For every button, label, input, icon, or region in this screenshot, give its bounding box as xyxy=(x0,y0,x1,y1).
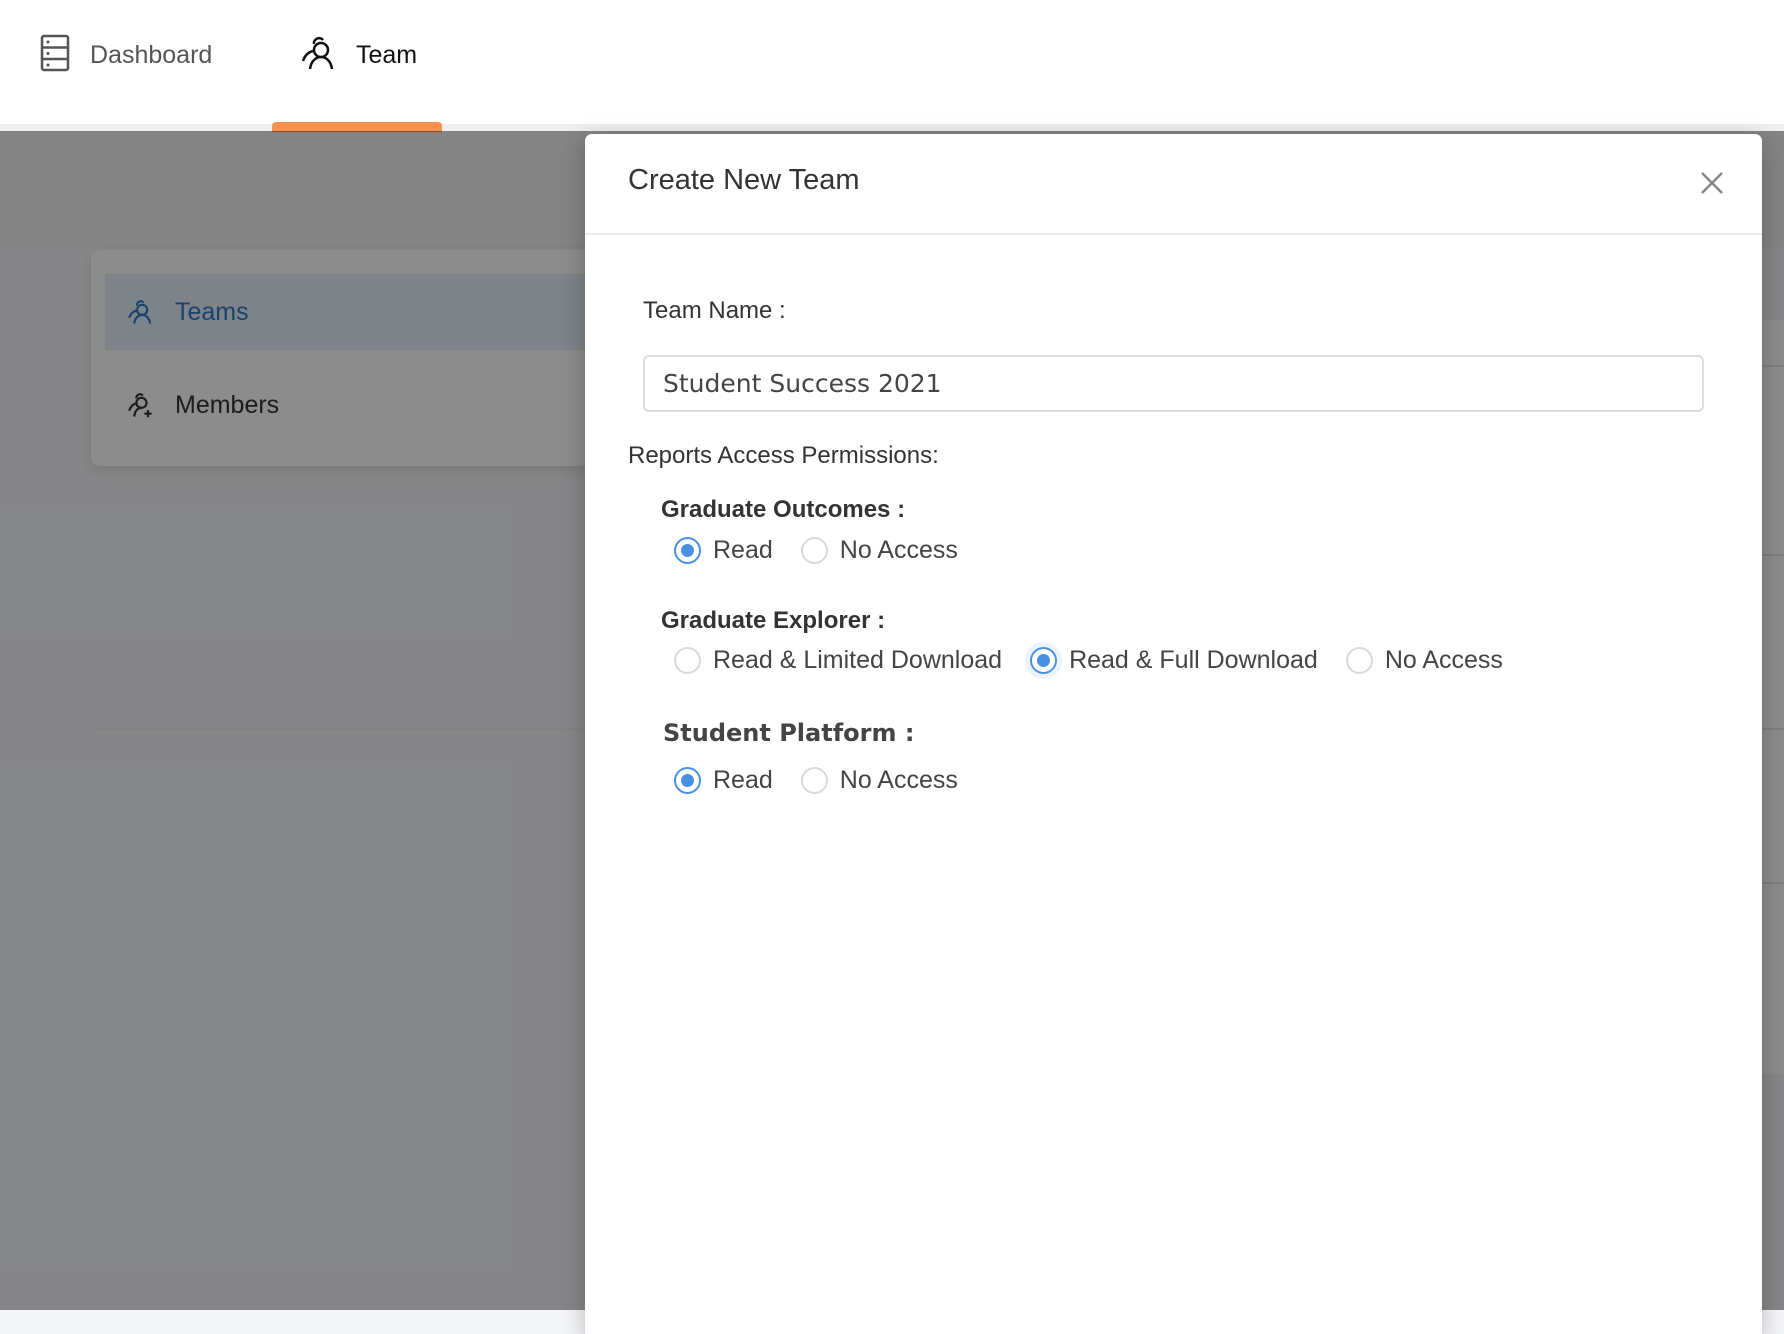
close-button[interactable] xyxy=(1697,168,1727,198)
nav-label-dashboard: Dashboard xyxy=(90,40,213,69)
graduate-outcomes-read-radio[interactable] xyxy=(674,536,701,564)
radio-label: No Access xyxy=(839,535,958,564)
radio-label: Read & Limited Download xyxy=(713,645,1003,674)
close-icon xyxy=(1700,171,1724,195)
radio-label: No Access xyxy=(839,765,958,794)
graduate-outcomes-title: Graduate Outcomes : xyxy=(661,496,906,523)
radio-label: Read xyxy=(713,535,773,564)
graduate-explorer-full-download-radio[interactable] xyxy=(1030,646,1058,674)
nav-label-team: Team xyxy=(356,40,418,69)
top-nav: Dashboard Team xyxy=(0,0,1784,124)
graduate-outcomes-radio-group: Read No Access xyxy=(674,534,986,566)
student-platform-radio-group: Read No Access xyxy=(674,764,986,796)
student-platform-read-option[interactable]: Read xyxy=(674,766,773,795)
student-platform-read-radio[interactable] xyxy=(674,766,701,794)
permissions-label: Reports Access Permissions: xyxy=(628,442,939,469)
student-platform-title: Student Platform : xyxy=(663,719,915,747)
radio-label: Read xyxy=(713,765,773,794)
graduate-outcomes-no-access-radio[interactable] xyxy=(800,536,828,564)
modal-title: Create New Team xyxy=(628,164,860,196)
graduate-explorer-no-access-radio[interactable] xyxy=(1345,646,1373,674)
student-platform-no-access-option[interactable]: No Access xyxy=(800,765,958,795)
nav-item-team[interactable]: Team xyxy=(300,30,417,80)
team-name-label: Team Name : xyxy=(643,297,786,324)
graduate-explorer-title: Graduate Explorer : xyxy=(661,607,886,634)
graduate-explorer-full-download-option[interactable]: Read & Full Download xyxy=(1030,646,1318,675)
graduate-outcomes-read-option[interactable]: Read xyxy=(674,536,773,565)
radio-label: Read & Full Download xyxy=(1069,645,1318,674)
modal-header: Create New Team xyxy=(585,134,1762,235)
radio-label: No Access xyxy=(1384,645,1503,674)
graduate-outcomes-no-access-option[interactable]: No Access xyxy=(800,535,958,565)
team-name-input[interactable] xyxy=(643,355,1704,412)
graduate-explorer-radio-group: Read & Limited Download Read & Full Down… xyxy=(674,644,1531,676)
graduate-explorer-limited-download-option[interactable]: Read & Limited Download xyxy=(674,646,1002,675)
graduate-explorer-no-access-option[interactable]: No Access xyxy=(1345,645,1503,675)
student-platform-no-access-radio[interactable] xyxy=(800,766,828,794)
team-users-icon xyxy=(300,35,336,76)
nav-item-dashboard[interactable]: Dashboard xyxy=(40,30,212,80)
create-team-modal: Create New Team Team Name : Reports Acce… xyxy=(585,134,1762,1334)
graduate-explorer-limited-download-radio[interactable] xyxy=(674,646,701,674)
dashboard-server-icon xyxy=(40,34,70,77)
